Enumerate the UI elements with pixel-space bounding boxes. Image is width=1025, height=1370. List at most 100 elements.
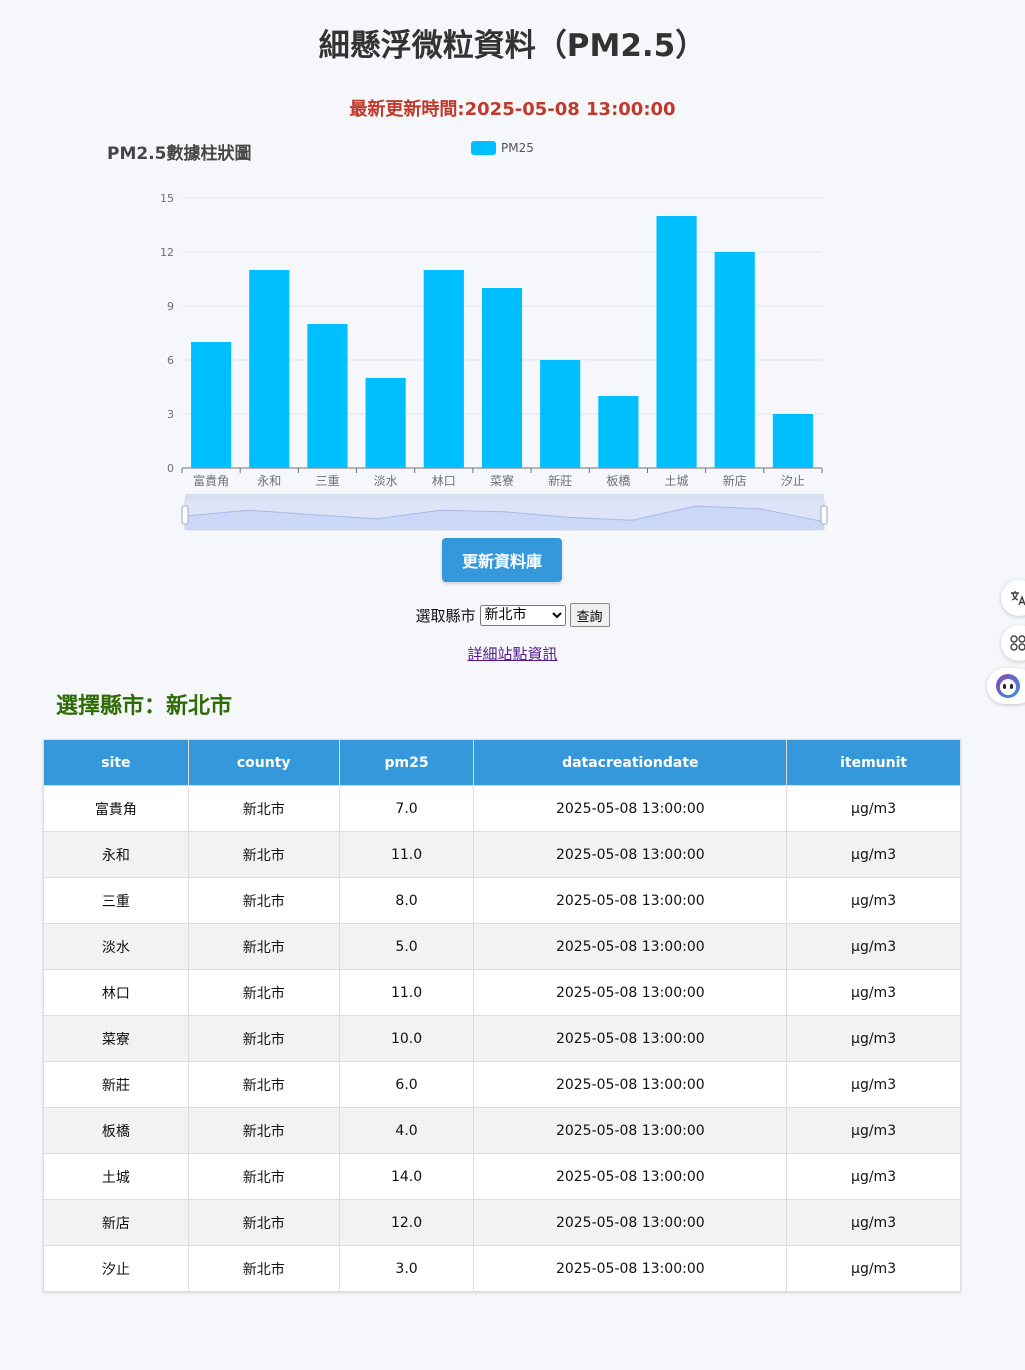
x-tick-label: 三重 — [315, 474, 339, 488]
y-tick-label: 6 — [167, 354, 174, 367]
cell-pm25: 11.0 — [338, 831, 475, 878]
cell-unit: μg/m3 — [786, 1199, 961, 1246]
bar-三重 — [307, 324, 348, 468]
cell-site: 菜寮 — [43, 1015, 189, 1062]
x-tick-label: 林口 — [432, 474, 456, 488]
cell-unit: μg/m3 — [786, 785, 961, 832]
cell-unit: μg/m3 — [786, 1153, 961, 1200]
x-tick-label: 土城 — [665, 474, 689, 488]
cell-unit: μg/m3 — [786, 1061, 961, 1108]
cell-site: 三重 — [43, 877, 189, 924]
y-tick-label: 3 — [167, 408, 174, 421]
bar-新莊 — [540, 360, 581, 468]
robot-icon — [996, 674, 1020, 698]
bar-淡水 — [365, 378, 406, 468]
table-row: 林口 新北市 11.0 2025-05-08 13:00:00 μg/m3 — [43, 969, 961, 1016]
bar-新店 — [714, 252, 755, 468]
cell-unit: μg/m3 — [786, 923, 961, 970]
cell-pm25: 8.0 — [338, 877, 475, 924]
cell-date: 2025-05-08 13:00:00 — [473, 1153, 788, 1200]
cell-pm25: 4.0 — [338, 1107, 475, 1154]
cell-date: 2025-05-08 13:00:00 — [473, 969, 788, 1016]
cell-date: 2025-05-08 13:00:00 — [473, 1107, 788, 1154]
pm25-table: site county pm25 datacreationdate itemun… — [43, 739, 961, 1292]
x-tick-label: 板橋 — [606, 474, 630, 488]
cell-site: 淡水 — [43, 923, 189, 970]
y-tick-label: 9 — [167, 300, 174, 313]
cell-county: 新北市 — [187, 1153, 340, 1200]
county-heading: 選擇縣市：新北市 — [56, 694, 233, 719]
table-row: 菜寮 新北市 10.0 2025-05-08 13:00:00 μg/m3 — [43, 1015, 961, 1062]
cell-unit: μg/m3 — [786, 1245, 961, 1292]
table-row: 淡水 新北市 5.0 2025-05-08 13:00:00 μg/m3 — [43, 923, 961, 970]
cell-pm25: 5.0 — [338, 923, 475, 970]
bar-板橋 — [598, 396, 639, 468]
y-tick-label: 0 — [167, 462, 174, 475]
bar-永和 — [249, 270, 290, 468]
cell-date: 2025-05-08 13:00:00 — [473, 1199, 788, 1246]
x-tick-label: 菜寮 — [490, 473, 514, 488]
query-button[interactable]: 查詢 — [569, 603, 610, 627]
cell-county: 新北市 — [187, 969, 340, 1016]
header-site: site — [43, 739, 189, 786]
x-tick-label: 永和 — [257, 474, 281, 488]
cell-pm25: 3.0 — [338, 1245, 475, 1292]
cell-site: 板橋 — [43, 1107, 189, 1154]
cell-unit: μg/m3 — [786, 969, 961, 1016]
cell-site: 永和 — [43, 831, 189, 878]
y-tick-label: 15 — [160, 192, 174, 205]
table-row: 汐止 新北市 3.0 2025-05-08 13:00:00 μg/m3 — [43, 1245, 961, 1292]
cell-date: 2025-05-08 13:00:00 — [473, 1245, 788, 1292]
cell-county: 新北市 — [187, 1061, 340, 1108]
cell-pm25: 14.0 — [338, 1153, 475, 1200]
bar-富貴角 — [191, 342, 232, 468]
bar-汐止 — [772, 414, 813, 468]
cell-unit: μg/m3 — [786, 831, 961, 878]
table-row: 三重 新北市 8.0 2025-05-08 13:00:00 μg/m3 — [43, 877, 961, 924]
county-select[interactable]: 新北市 — [479, 604, 566, 626]
cell-site: 土城 — [43, 1153, 189, 1200]
apps-icon — [1010, 635, 1025, 651]
cell-pm25: 7.0 — [338, 785, 475, 832]
table-row: 富貴角 新北市 7.0 2025-05-08 13:00:00 μg/m3 — [43, 785, 961, 832]
cell-unit: μg/m3 — [786, 877, 961, 924]
header-datacreationdate: datacreationdate — [473, 739, 788, 786]
x-tick-label: 新莊 — [548, 473, 572, 488]
x-tick-label: 新店 — [723, 473, 747, 488]
pm25-bar-chart: 0 3 6 9 12 15 富貴角 永和 三重 淡水 林口 菜寮 新莊 板橋 土城 新店 汐止 — [160, 192, 828, 531]
cell-date: 2025-05-08 13:00:00 — [473, 923, 788, 970]
header-county: county — [187, 739, 340, 786]
cell-unit: μg/m3 — [786, 1107, 961, 1154]
x-tick-label: 淡水 — [374, 474, 398, 488]
cell-county: 新北市 — [187, 923, 340, 970]
cell-county: 新北市 — [187, 785, 340, 832]
cell-pm25: 12.0 — [338, 1199, 475, 1246]
cell-county: 新北市 — [187, 1107, 340, 1154]
table-header-row: site county pm25 datacreationdate itemun… — [43, 739, 961, 786]
cell-date: 2025-05-08 13:00:00 — [473, 1061, 788, 1108]
cell-date: 2025-05-08 13:00:00 — [473, 785, 788, 832]
cell-date: 2025-05-08 13:00:00 — [473, 1015, 788, 1062]
detail-station-link[interactable]: 詳細站點資訊 — [0, 643, 1025, 664]
county-select-label: 選取縣市 — [415, 606, 476, 625]
data-zoom-handle-right[interactable] — [820, 505, 828, 525]
bar-林口 — [423, 270, 464, 468]
cell-county: 新北市 — [187, 1015, 340, 1062]
cell-county: 新北市 — [187, 877, 340, 924]
cell-pm25: 6.0 — [338, 1061, 475, 1108]
cell-site: 富貴角 — [43, 785, 189, 832]
update-database-button[interactable]: 更新資料庫 — [442, 538, 562, 582]
header-itemunit: itemunit — [786, 739, 961, 786]
data-zoom-handle-left[interactable] — [181, 505, 189, 525]
assistant-button[interactable] — [987, 668, 1025, 704]
x-tick-label: 汐止 — [781, 473, 805, 488]
cell-site: 新莊 — [43, 1061, 189, 1108]
cell-site: 汐止 — [43, 1245, 189, 1292]
cell-site: 新店 — [43, 1199, 189, 1246]
bar-菜寮 — [481, 288, 523, 468]
y-tick-label: 12 — [160, 246, 174, 259]
translate-icon — [1011, 591, 1025, 606]
table-row: 永和 新北市 11.0 2025-05-08 13:00:00 μg/m3 — [43, 831, 961, 878]
cell-pm25: 10.0 — [338, 1015, 475, 1062]
data-zoom-bar — [185, 494, 824, 500]
